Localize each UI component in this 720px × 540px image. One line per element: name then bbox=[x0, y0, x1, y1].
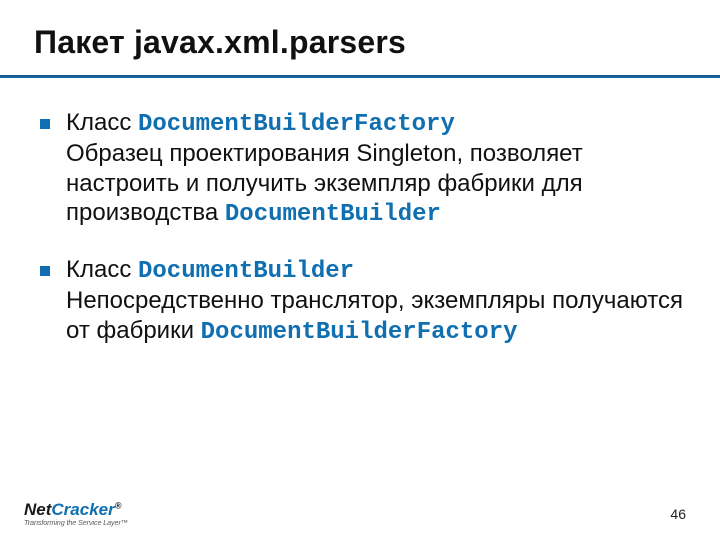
slide-footer: NetCracker® Transforming the Service Lay… bbox=[0, 490, 720, 530]
page-number: 46 bbox=[670, 506, 686, 522]
title-divider bbox=[0, 75, 720, 78]
item-label: Класс bbox=[66, 109, 138, 136]
desc-code: DocumentBuilderFactory bbox=[201, 319, 518, 346]
desc-code: DocumentBuilder bbox=[225, 201, 441, 228]
slide: Пакет javax.xml.parsers Класс DocumentBu… bbox=[0, 0, 720, 540]
logo: NetCracker® Transforming the Service Lay… bbox=[24, 501, 128, 526]
bullet-list: Класс DocumentBuilderFactory Образец про… bbox=[40, 108, 686, 347]
logo-registered: ® bbox=[115, 500, 122, 510]
slide-title: Пакет javax.xml.parsers bbox=[34, 24, 686, 61]
item-label: Класс bbox=[66, 256, 138, 283]
logo-part-net: Net bbox=[24, 500, 51, 519]
class-name: DocumentBuilderFactory bbox=[138, 111, 455, 138]
logo-tagline: Transforming the Service Layer™ bbox=[24, 519, 128, 526]
logo-text: NetCracker® bbox=[24, 501, 128, 518]
class-name: DocumentBuilder bbox=[138, 258, 354, 285]
list-item: Класс DocumentBuilder Непосредственно тр… bbox=[40, 255, 686, 347]
logo-part-cracker: Cracker bbox=[51, 500, 114, 519]
item-description: Образец проектирования Singleton, позвол… bbox=[66, 139, 686, 229]
list-item: Класс DocumentBuilderFactory Образец про… bbox=[40, 108, 686, 229]
item-description: Непосредственно транслятор, экземпляры п… bbox=[66, 286, 686, 347]
